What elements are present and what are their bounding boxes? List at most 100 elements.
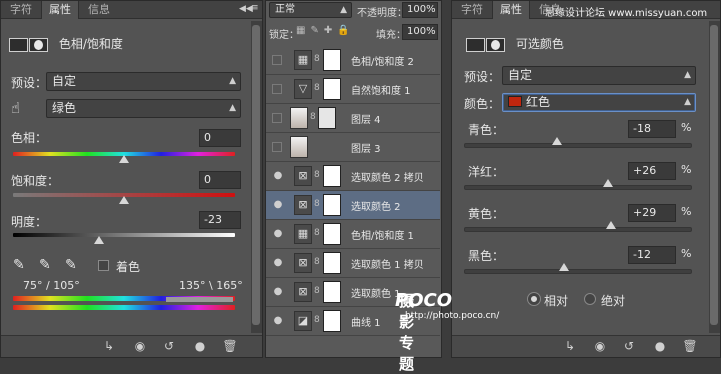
- eye-icon[interactable]: ●: [272, 228, 284, 240]
- colors-dropdown[interactable]: 红色 ▲: [502, 93, 696, 112]
- scrollbar[interactable]: [709, 21, 720, 333]
- eyedropper-plus-icon[interactable]: ✎: [39, 257, 51, 273]
- clip-to-layer-icon[interactable]: ↳: [101, 339, 117, 353]
- scrollbar[interactable]: [251, 21, 262, 333]
- fill-input[interactable]: 100%: [402, 24, 438, 40]
- slider-thumb[interactable]: [606, 221, 617, 229]
- tab-properties[interactable]: 属性: [492, 1, 530, 19]
- eye-icon[interactable]: ●: [272, 315, 284, 327]
- panel-title: 可选颜色: [515, 37, 564, 51]
- hue-slider[interactable]: [119, 155, 129, 163]
- trash-icon[interactable]: 🗑: [682, 339, 698, 353]
- layer-mask-thumbnail: [323, 252, 341, 274]
- slider-thumb[interactable]: [559, 263, 570, 271]
- slider-input[interactable]: +26: [628, 162, 676, 180]
- view-previous-icon[interactable]: ◉: [132, 339, 148, 353]
- colorize-checkbox[interactable]: [98, 260, 109, 271]
- reset-icon[interactable]: ↺: [161, 339, 177, 353]
- link-icon: 8: [314, 54, 320, 64]
- view-previous-icon[interactable]: ◉: [592, 339, 608, 353]
- eyedropper-icon[interactable]: ✎: [13, 257, 25, 273]
- tab-character[interactable]: 字符: [3, 1, 39, 19]
- link-icon: 8: [310, 112, 316, 122]
- tab-character[interactable]: 字符: [454, 1, 490, 19]
- eye-icon[interactable]: ●: [272, 286, 284, 298]
- mask-icon[interactable]: [486, 37, 505, 52]
- lock-icons[interactable]: ▦✎✚🔒: [296, 25, 355, 36]
- relative-radio[interactable]: [528, 293, 540, 305]
- layer-mask-thumbnail: [323, 310, 341, 332]
- layer-row[interactable]: ● ⊠ 8 选取颜色 2 拷贝: [266, 162, 440, 191]
- color-swatch: [508, 96, 522, 107]
- visibility-icon[interactable]: ●: [192, 339, 208, 353]
- layer-row[interactable]: ● ▦ 8 色相/饱和度 1: [266, 220, 440, 249]
- range-selector[interactable]: [166, 297, 233, 302]
- properties-header: 可选颜色: [466, 35, 564, 52]
- clip-to-layer-icon[interactable]: ↳: [562, 339, 578, 353]
- mask-icon[interactable]: [29, 37, 48, 52]
- layer-name: 色相/饱和度 2: [351, 57, 414, 68]
- adjustment-icon[interactable]: [466, 37, 485, 52]
- hue-input[interactable]: 0: [199, 129, 241, 147]
- preset-dropdown[interactable]: 自定 ▲: [46, 72, 241, 91]
- absolute-radio[interactable]: [584, 293, 596, 305]
- tab-info[interactable]: 信息: [81, 1, 117, 19]
- lightness-slider[interactable]: [94, 236, 104, 244]
- layer-name: 选取颜色 1: [351, 289, 401, 300]
- visibility-toggle[interactable]: [272, 142, 282, 152]
- hue-saturation-icon: ▦: [294, 50, 312, 70]
- layer-mask-thumbnail: [318, 107, 336, 129]
- blend-mode-dropdown[interactable]: 正常 ▲: [269, 2, 352, 18]
- slider-input[interactable]: -18: [628, 120, 676, 138]
- slider-thumb[interactable]: [602, 179, 613, 187]
- adjustment-icon[interactable]: [9, 37, 28, 52]
- hand-tool-icon[interactable]: ☝: [11, 99, 20, 117]
- eye-icon[interactable]: ●: [272, 199, 284, 211]
- panel-menu-icon[interactable]: ≡: [251, 3, 259, 13]
- layer-row[interactable]: 8 图层 4: [266, 104, 440, 133]
- layer-row[interactable]: ▦ 8 色相/饱和度 2: [266, 46, 440, 75]
- visibility-toggle[interactable]: [272, 55, 282, 65]
- eyedropper-minus-icon[interactable]: ✎: [65, 257, 77, 273]
- slider-thumb[interactable]: [552, 137, 563, 145]
- tab-bar: 字符 属性 信息 ◀◀ ≡: [1, 1, 262, 19]
- layer-row[interactable]: 图层 3: [266, 133, 440, 162]
- reset-icon[interactable]: ↺: [621, 339, 637, 353]
- lightness-label: 明度：: [11, 215, 48, 229]
- layer-row[interactable]: ● ⊠ 8 选取颜色 1 拷贝: [266, 249, 440, 278]
- slider-track: [464, 227, 692, 232]
- slider-input[interactable]: -12: [628, 246, 676, 264]
- trash-icon[interactable]: 🗑: [222, 339, 238, 353]
- layer-mask-thumbnail: [323, 281, 341, 303]
- percent-sign: %: [681, 163, 692, 176]
- opacity-input[interactable]: 100%: [402, 2, 438, 18]
- slider-track: [464, 185, 692, 190]
- selective-color-icon: ⊠: [294, 253, 312, 273]
- hue-saturation-icon: ▦: [294, 224, 312, 244]
- layer-name: 图层 3: [351, 144, 381, 155]
- layer-thumbnail: [290, 136, 308, 158]
- visibility-toggle[interactable]: [272, 84, 282, 94]
- layer-mask-thumbnail: [323, 194, 341, 216]
- tab-properties[interactable]: 属性: [41, 1, 79, 19]
- visibility-toggle[interactable]: [272, 113, 282, 123]
- slider-input[interactable]: +29: [628, 204, 676, 222]
- layer-mask-thumbnail: [323, 223, 341, 245]
- layer-row[interactable]: ● ⊠ 8 选取颜色 2: [266, 191, 440, 220]
- layer-row[interactable]: ▽ 8 自然饱和度 1: [266, 75, 440, 104]
- visibility-icon[interactable]: ●: [652, 339, 668, 353]
- eye-icon[interactable]: ●: [272, 257, 284, 269]
- channel-dropdown[interactable]: 绿色 ▲: [46, 99, 241, 118]
- layer-name: 选取颜色 1 拷贝: [351, 260, 424, 271]
- selective-color-panel: 字符 属性 信息 思缘设计论坛 www.missyuan.com 可选颜色 预设…: [451, 0, 721, 358]
- layer-name: 曲线 1: [351, 318, 381, 329]
- layer-mask-thumbnail: [323, 49, 341, 71]
- preset-dropdown[interactable]: 自定 ▲: [502, 66, 696, 85]
- tab-bar: 字符 属性 信息 思缘设计论坛 www.missyuan.com: [452, 1, 720, 19]
- opacity-label: 不透明度：: [357, 8, 407, 19]
- saturation-input[interactable]: 0: [199, 171, 241, 189]
- lightness-input[interactable]: -23: [199, 211, 241, 229]
- eye-icon[interactable]: ●: [272, 170, 284, 182]
- curves-icon: ◪: [294, 311, 312, 331]
- saturation-slider[interactable]: [119, 196, 129, 204]
